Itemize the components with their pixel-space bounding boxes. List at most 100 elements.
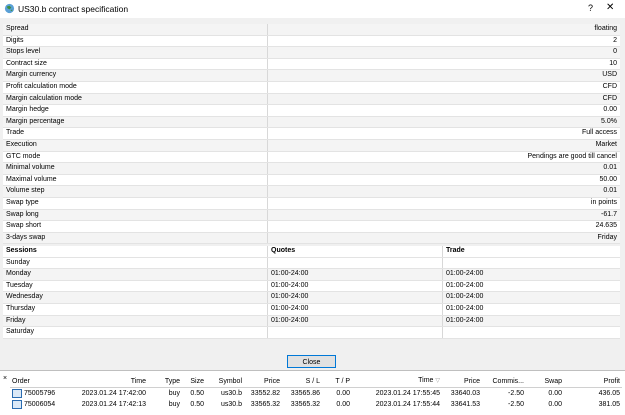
trade-cell: 33565.32 <box>282 399 322 410</box>
trades-column-header[interactable]: Commis... <box>482 375 526 388</box>
session-trade: 01:00-24:00 <box>442 303 620 316</box>
spec-label: Profit calculation mode <box>3 81 268 94</box>
session-quotes <box>267 257 443 270</box>
session-day: Wednesday <box>3 291 268 304</box>
specification-table: Spread floating Digits 2 Stops level 0 Contrac… <box>3 24 620 245</box>
session-trade: 01:00-24:00 <box>442 280 620 293</box>
trade-cell: buy <box>148 387 182 399</box>
spec-row: Volume step 0.01 <box>3 185 620 198</box>
trades-column-header[interactable]: Size <box>182 375 206 388</box>
spec-value: CFD <box>267 93 620 106</box>
trades-column-header[interactable]: Time <box>70 375 148 388</box>
window-title: US30.b contract specification <box>18 4 129 14</box>
spec-row: Minimal volume 0.01 <box>3 162 620 175</box>
trades-column-header[interactable]: Type <box>148 375 182 388</box>
trades-column-label: Time <box>418 377 434 384</box>
spec-label: Volume step <box>3 185 268 198</box>
trade-row[interactable]: 75005796 2023.01.24 17:42:00 buy 0.50 us30.b… <box>10 387 622 399</box>
spec-row: Margin percentage 5.0% <box>3 116 620 129</box>
trade-header: Trade <box>442 246 620 258</box>
spec-value: 0.01 <box>267 185 620 198</box>
spec-value: -61.7 <box>267 209 620 222</box>
spec-row: Digits 2 <box>3 35 620 48</box>
spec-value: USD <box>267 69 620 82</box>
trades-column-label: Profit <box>603 377 620 385</box>
trade-cell: us30.b <box>206 387 244 399</box>
session-row: Thursday 01:00-24:00 01:00-24:00 <box>3 303 620 316</box>
session-day: Sunday <box>3 257 268 270</box>
trades-column-header[interactable]: T / P <box>322 375 352 388</box>
trade-order-cell: 75006054 <box>10 399 70 410</box>
trade-cell: 33641.53 <box>442 399 482 410</box>
buy-ticket-icon <box>12 399 22 409</box>
spec-label: 3-days swap <box>3 232 268 245</box>
trade-cell: 33565.32 <box>244 399 282 410</box>
close-button[interactable]: Close <box>287 355 336 368</box>
spec-row: Swap long -61.7 <box>3 209 620 222</box>
trades-column-label: Commis... <box>492 377 525 385</box>
spec-row: Trade Full access <box>3 127 620 140</box>
terminal-close-icon[interactable]: × <box>3 375 7 382</box>
trade-cell: 2023.01.24 17:42:00 <box>70 387 148 399</box>
trade-order-cell: 75005796 <box>10 387 70 399</box>
sessions-header: Sessions <box>3 246 268 258</box>
spec-label: Swap type <box>3 197 268 210</box>
trades-column-header[interactable]: Swap <box>526 375 564 388</box>
trades-column-header[interactable]: Symbol <box>206 375 244 388</box>
trades-column-label: T / P <box>335 377 350 385</box>
title-bar: US30.b contract specification ? ✕ <box>0 0 625 18</box>
spec-value: Pendings are good till cancel <box>267 151 620 164</box>
symbol-globe-icon <box>4 3 15 14</box>
window-close-button[interactable]: ✕ <box>606 2 614 13</box>
session-quotes: 01:00-24:00 <box>267 268 443 281</box>
trades-column-header[interactable]: Order <box>10 375 70 388</box>
spec-row: Spread floating <box>3 24 620 36</box>
trades-column-label: Time <box>130 377 146 385</box>
trades-column-label: Price <box>464 377 480 385</box>
help-button[interactable]: ? <box>588 3 593 13</box>
spec-row: Stops level 0 <box>3 46 620 59</box>
spec-label: Contract size <box>3 58 268 71</box>
spec-label: Margin calculation mode <box>3 93 268 106</box>
trades-column-label: Size <box>190 377 204 385</box>
trade-cell: -2.50 <box>482 387 526 399</box>
session-day: Thursday <box>3 303 268 316</box>
trade-terminal: × Order Time Type Size Symbol Price S / L T / P… <box>0 374 625 415</box>
session-day: Tuesday <box>3 280 268 293</box>
trades-column-header[interactable]: Time ▽ <box>352 375 442 388</box>
trades-column-header[interactable]: Profit <box>564 375 622 388</box>
spec-value: 24.635 <box>267 220 620 233</box>
trade-cell: 0.00 <box>322 387 352 399</box>
trade-cell: 0.50 <box>182 387 206 399</box>
spec-value: in points <box>267 197 620 210</box>
trade-row[interactable]: 75006054 2023.01.24 17:42:13 buy 0.50 us30.b… <box>10 399 622 410</box>
spec-value: floating <box>267 24 620 36</box>
trade-cell: 0.00 <box>322 399 352 410</box>
session-row: Tuesday 01:00-24:00 01:00-24:00 <box>3 280 620 293</box>
session-trade: 01:00-24:00 <box>442 291 620 304</box>
trades-column-header[interactable]: Price <box>442 375 482 388</box>
session-row: Friday 01:00-24:00 01:00-24:00 <box>3 315 620 328</box>
spec-label: Digits <box>3 35 268 48</box>
trades-column-header[interactable]: Price <box>244 375 282 388</box>
spec-value: 10 <box>267 58 620 71</box>
spec-label: Margin percentage <box>3 116 268 129</box>
spec-value: Friday <box>267 232 620 245</box>
spec-row: Margin hedge 0.00 <box>3 104 620 117</box>
spec-row: GTC mode Pendings are good till cancel <box>3 151 620 164</box>
session-quotes: 01:00-24:00 <box>267 280 443 293</box>
spec-value: Full access <box>267 127 620 140</box>
trade-cell: 2023.01.24 17:55:44 <box>352 399 442 410</box>
trades-column-label: Type <box>164 377 180 385</box>
spec-label: Spread <box>3 24 268 36</box>
session-row: Saturday <box>3 326 620 339</box>
trades-column-header[interactable]: S / L <box>282 375 322 388</box>
trades-table: Order Time Type Size Symbol Price S / LT / P Ti… <box>10 375 622 410</box>
session-trade: 01:00-24:00 <box>442 268 620 281</box>
trades-column-label: S / L <box>305 377 320 385</box>
trade-cell: 0.00 <box>526 399 564 410</box>
trade-order-id: 75005796 <box>24 390 56 397</box>
spec-row: Profit calculation mode CFD <box>3 81 620 94</box>
spec-row: Execution Market <box>3 139 620 152</box>
session-row: Monday 01:00-24:00 01:00-24:00 <box>3 268 620 281</box>
